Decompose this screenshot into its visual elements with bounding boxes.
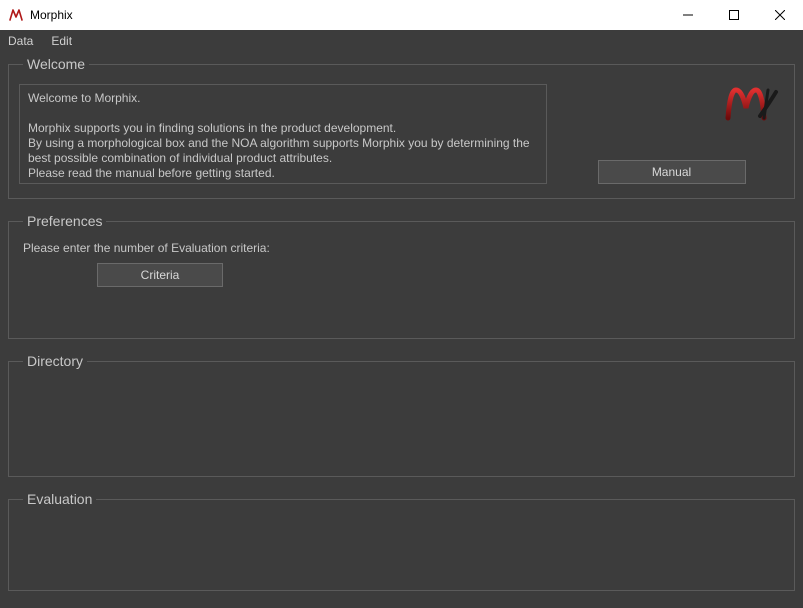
welcome-group: Welcome Welcome to Morphix. Morphix supp… [8,56,795,199]
menu-data[interactable]: Data [8,34,33,48]
window-titlebar: Morphix [0,0,803,30]
menu-bar: Data Edit [0,30,803,52]
welcome-line3: By using a morphological box and the NOA… [28,136,538,166]
content: Welcome Welcome to Morphix. Morphix supp… [0,52,803,608]
app-icon [8,7,24,23]
manual-button[interactable]: Manual [598,160,746,184]
welcome-line2: Morphix supports you in finding solution… [28,121,538,136]
welcome-line1: Welcome to Morphix. [28,91,538,106]
preferences-group: Preferences Please enter the number of E… [8,213,795,339]
welcome-text: Welcome to Morphix. Morphix supports you… [19,84,547,184]
directory-legend: Directory [23,353,87,369]
preferences-prompt: Please enter the number of Evaluation cr… [23,241,784,255]
window-controls [665,0,803,30]
preferences-legend: Preferences [23,213,106,229]
directory-group: Directory [8,353,795,477]
window-title: Morphix [30,8,665,22]
minimize-button[interactable] [665,0,711,30]
client-area: Data Edit Welcome Welcome to Morphix. Mo… [0,30,803,608]
menu-edit[interactable]: Edit [51,34,72,48]
welcome-legend: Welcome [23,56,89,72]
close-button[interactable] [757,0,803,30]
evaluation-legend: Evaluation [23,491,96,507]
welcome-line4: Please read the manual before getting st… [28,166,538,181]
criteria-button[interactable]: Criteria [97,263,223,287]
criteria-button-label: Criteria [141,268,180,282]
manual-button-label: Manual [652,165,691,179]
logo-icon [724,82,780,124]
evaluation-group: Evaluation [8,491,795,591]
maximize-button[interactable] [711,0,757,30]
